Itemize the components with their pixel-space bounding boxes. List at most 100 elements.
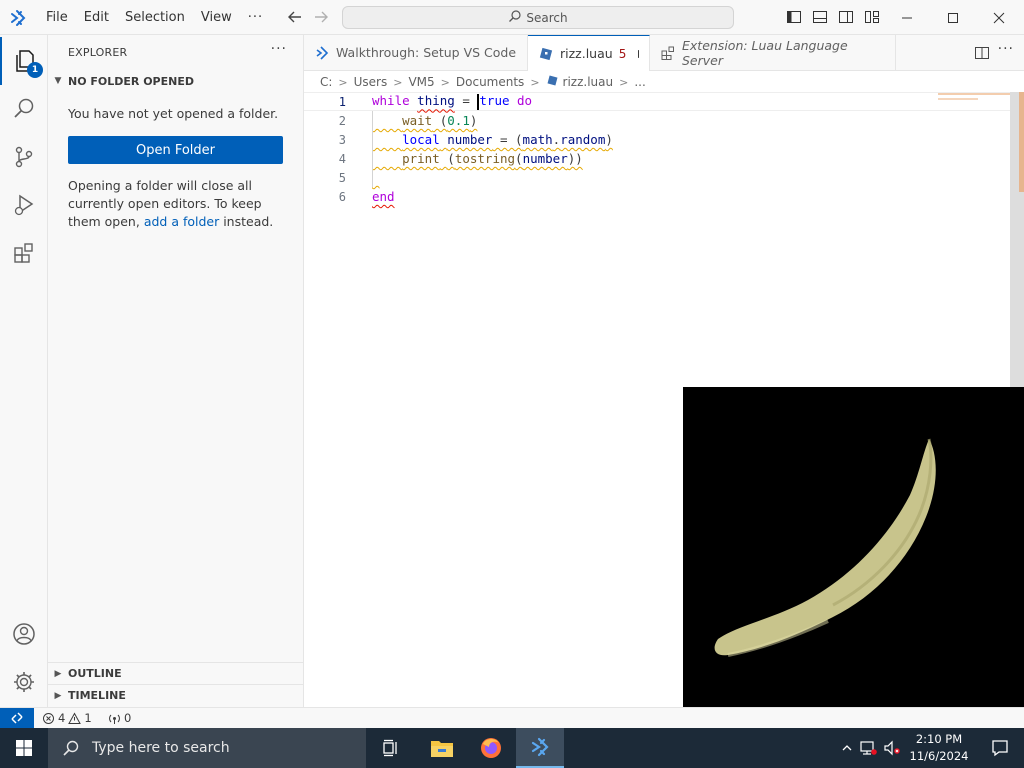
toggle-panel-icon[interactable] bbox=[812, 9, 828, 25]
taskbar-clock[interactable]: 2:10 PM 11/6/2024 bbox=[906, 731, 972, 765]
breadcrumb-item[interactable]: Documents bbox=[456, 75, 524, 89]
error-icon bbox=[43, 712, 54, 724]
run-debug-icon bbox=[14, 194, 34, 216]
maximize-button[interactable] bbox=[930, 0, 976, 35]
chevron-right-icon: ▶ bbox=[54, 690, 62, 701]
ports-status[interactable]: 0 bbox=[108, 708, 131, 728]
explorer-badge: 1 bbox=[27, 62, 43, 78]
extensions-icon bbox=[660, 45, 676, 61]
breadcrumb-item[interactable]: VM5 bbox=[408, 75, 434, 89]
editor-more-button[interactable]: ··· bbox=[998, 41, 1014, 57]
luau-file-icon bbox=[538, 46, 554, 62]
operator: = bbox=[454, 93, 478, 109]
activity-run-debug[interactable] bbox=[0, 181, 48, 229]
notifications-button[interactable] bbox=[976, 728, 1024, 768]
problems-status[interactable]: 4 1 bbox=[42, 708, 92, 728]
account-icon bbox=[13, 623, 35, 645]
gear-icon bbox=[14, 672, 34, 692]
breadcrumb-item[interactable]: Users bbox=[354, 75, 388, 89]
identifier: number bbox=[522, 151, 568, 166]
activity-extensions[interactable] bbox=[0, 229, 48, 277]
code-text: wait (0.1) bbox=[372, 113, 477, 128]
minimize-icon bbox=[902, 17, 912, 18]
activity-accounts[interactable] bbox=[0, 610, 48, 658]
split-editor-icon[interactable] bbox=[974, 45, 990, 61]
code-line[interactable]: 5 bbox=[304, 168, 1010, 187]
back-arrow-icon[interactable] bbox=[286, 8, 304, 26]
close-icon bbox=[993, 12, 1005, 23]
breadcrumb-item[interactable]: ... bbox=[634, 75, 645, 89]
start-button[interactable] bbox=[0, 728, 48, 768]
chevron-up-icon[interactable] bbox=[838, 742, 856, 754]
chevron-right-icon: > bbox=[530, 75, 540, 89]
menu-edit[interactable]: Edit bbox=[76, 0, 117, 35]
tab-rizz-luau[interactable]: rizz.luau 5 bbox=[528, 35, 650, 71]
activity-source-control[interactable] bbox=[0, 133, 48, 181]
code-line[interactable]: 2 wait (0.1) bbox=[304, 111, 1010, 130]
vscode-logo-icon bbox=[531, 737, 549, 757]
firefox-app[interactable] bbox=[467, 728, 515, 768]
tab-extension-luau[interactable]: Extension: Luau Language Server bbox=[650, 35, 896, 70]
outline-section[interactable]: ▶ OUTLINE bbox=[48, 662, 304, 684]
section-no-folder[interactable]: ▼ NO FOLDER OPENED bbox=[48, 70, 304, 92]
breadcrumb-item[interactable]: C: bbox=[320, 75, 332, 89]
function-name: wait bbox=[402, 113, 433, 128]
code-line[interactable]: 6 end bbox=[304, 187, 1010, 206]
toggle-secondary-sidebar-icon[interactable] bbox=[838, 9, 854, 25]
tab-label: Extension: Luau Language Server bbox=[682, 37, 848, 68]
menu-more-button[interactable]: ··· bbox=[240, 0, 271, 35]
add-folder-link[interactable]: add a folder bbox=[144, 214, 219, 229]
task-view-button[interactable] bbox=[368, 728, 416, 768]
activity-manage[interactable] bbox=[0, 658, 48, 706]
code-text: end bbox=[372, 189, 395, 204]
file-explorer-app[interactable] bbox=[418, 728, 466, 768]
breadcrumb-item[interactable]: rizz.luau bbox=[563, 75, 614, 89]
firefox-icon bbox=[481, 738, 501, 758]
activity-search[interactable] bbox=[0, 85, 48, 133]
windows-logo-icon bbox=[16, 740, 32, 756]
extensions-icon bbox=[14, 243, 33, 263]
search-icon bbox=[63, 740, 79, 756]
title-bar: File Edit Selection View ··· Search bbox=[0, 0, 1024, 35]
warning-icon bbox=[68, 711, 82, 724]
activity-bar: 1 bbox=[0, 35, 48, 707]
menu-bar: File Edit Selection View ··· bbox=[38, 0, 271, 35]
function-name: print bbox=[402, 151, 440, 166]
line-number: 3 bbox=[338, 132, 346, 147]
timeline-section[interactable]: ▶ TIMELINE bbox=[48, 684, 304, 706]
network-icon[interactable] bbox=[856, 740, 880, 756]
menu-file[interactable]: File bbox=[38, 0, 76, 35]
explorer-sidebar: EXPLORER ··· ▼ NO FOLDER OPENED You have… bbox=[48, 35, 304, 707]
toggle-primary-sidebar-icon[interactable] bbox=[786, 9, 802, 25]
command-center-search[interactable]: Search bbox=[342, 6, 734, 29]
forward-arrow-icon[interactable] bbox=[312, 8, 330, 26]
number-literal: 0.1 bbox=[447, 113, 470, 128]
sidebar-more-button[interactable]: ··· bbox=[271, 41, 287, 57]
activity-explorer[interactable]: 1 bbox=[0, 37, 48, 85]
open-folder-button[interactable]: Open Folder bbox=[68, 136, 283, 164]
no-folder-message: You have not yet opened a folder. bbox=[68, 106, 279, 121]
code-line[interactable]: 1 while thing = true do bbox=[304, 92, 1010, 111]
customize-layout-icon[interactable] bbox=[864, 9, 880, 25]
taskbar-search-box[interactable]: Type here to search bbox=[48, 728, 366, 768]
unsaved-dot-icon[interactable] bbox=[638, 49, 639, 58]
close-button[interactable] bbox=[976, 0, 1022, 35]
menu-view[interactable]: View bbox=[193, 0, 240, 35]
tab-label: Walkthrough: Setup VS Code bbox=[336, 45, 517, 60]
open-folder-note: Opening a folder will close all currentl… bbox=[68, 177, 290, 231]
minimize-button[interactable] bbox=[884, 0, 930, 35]
code-line[interactable]: 4 print (tostring(number)) bbox=[304, 149, 1010, 168]
outline-label: OUTLINE bbox=[68, 667, 122, 680]
keyword: local bbox=[402, 132, 440, 147]
remote-indicator-button[interactable] bbox=[0, 708, 34, 728]
keyword: while bbox=[372, 93, 410, 109]
tab-walkthrough[interactable]: Walkthrough: Setup VS Code bbox=[304, 35, 528, 70]
source-control-icon bbox=[15, 146, 33, 168]
line-number: 4 bbox=[338, 151, 346, 166]
code-line[interactable]: 3 local number = (math.random) bbox=[304, 130, 1010, 149]
menu-selection[interactable]: Selection bbox=[117, 0, 193, 35]
code-text: print (tostring(number)) bbox=[372, 151, 583, 166]
volume-muted-icon[interactable] bbox=[880, 740, 904, 756]
vscode-app[interactable] bbox=[516, 728, 564, 768]
